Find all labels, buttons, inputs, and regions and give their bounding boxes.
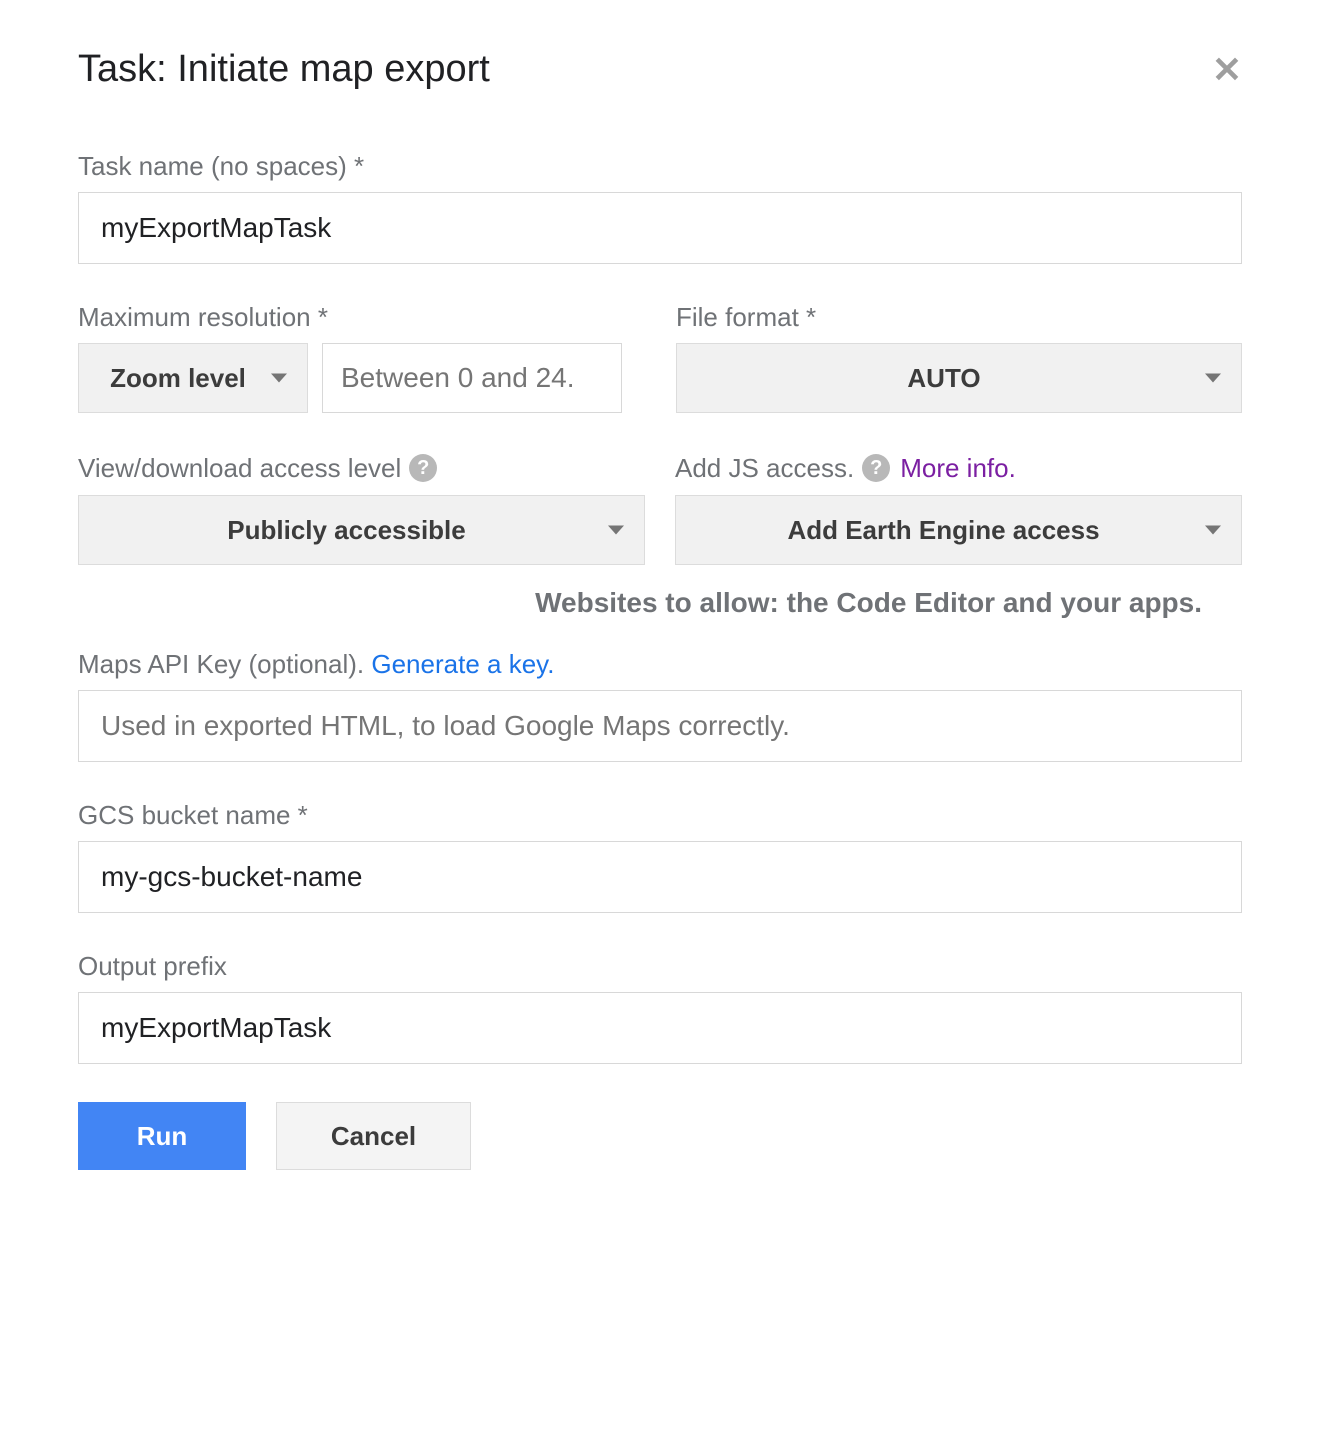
file-format-label: File format * (676, 302, 1242, 333)
output-prefix-input[interactable] (78, 992, 1242, 1064)
task-name-input[interactable] (78, 192, 1242, 264)
dialog-title: Task: Initiate map export (78, 48, 490, 91)
js-access-label: Add JS access. (675, 453, 854, 484)
caret-down-icon (608, 526, 624, 535)
bucket-name-label: GCS bucket name * (78, 800, 1242, 831)
zoom-level-select-value: Zoom level (110, 363, 246, 394)
output-prefix-label: Output prefix (78, 951, 1242, 982)
caret-down-icon (1205, 374, 1221, 383)
view-access-select[interactable]: Publicly accessible (78, 495, 645, 565)
websites-helper-text: Websites to allow: the Code Editor and y… (78, 587, 1242, 619)
task-name-label: Task name (no spaces) * (78, 151, 1242, 182)
bucket-name-input[interactable] (78, 841, 1242, 913)
generate-key-link[interactable]: Generate a key. (371, 649, 554, 679)
zoom-level-select[interactable]: Zoom level (78, 343, 308, 413)
cancel-button[interactable]: Cancel (276, 1102, 471, 1170)
view-access-select-value: Publicly accessible (227, 515, 465, 546)
api-key-input[interactable] (78, 690, 1242, 762)
max-resolution-label: Maximum resolution * (78, 302, 648, 333)
caret-down-icon (1205, 526, 1221, 535)
js-access-select[interactable]: Add Earth Engine access (675, 495, 1242, 565)
run-button[interactable]: Run (78, 1102, 246, 1170)
file-format-select-value: AUTO (907, 363, 980, 394)
more-info-link[interactable]: More info. (900, 453, 1016, 484)
close-icon[interactable]: ✕ (1212, 52, 1242, 88)
js-access-select-value: Add Earth Engine access (787, 515, 1099, 546)
caret-down-icon (271, 374, 287, 383)
view-access-label: View/download access level (78, 453, 401, 484)
max-resolution-input[interactable] (322, 343, 622, 413)
api-key-label: Maps API Key (optional). (78, 649, 371, 679)
help-icon[interactable]: ? (862, 454, 890, 482)
file-format-select[interactable]: AUTO (676, 343, 1242, 413)
help-icon[interactable]: ? (409, 454, 437, 482)
